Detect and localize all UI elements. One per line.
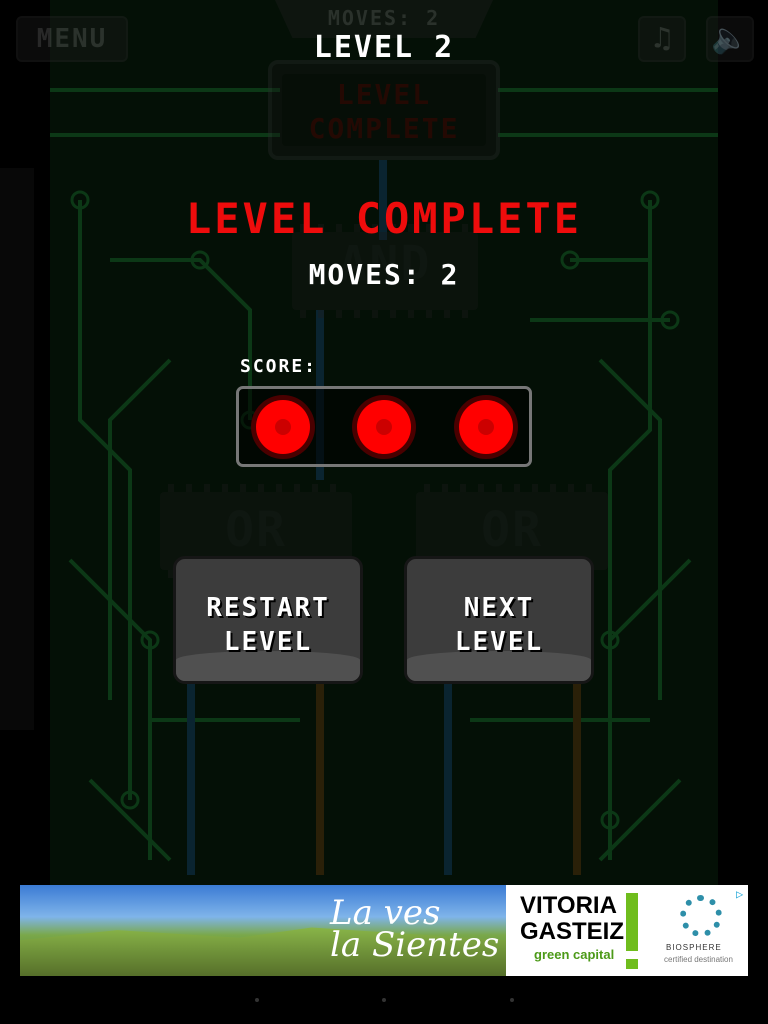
or-gate-label-left: OR: [225, 502, 287, 558]
score-star-3: [459, 400, 513, 454]
score-label: SCORE:: [240, 356, 318, 377]
restart-level-label: RESTART LEVEL: [206, 593, 330, 657]
level-status-text: LEVEL COMPLETE: [282, 74, 486, 146]
ad-tagline: La ves la Sientes: [330, 893, 500, 965]
restart-level-button[interactable]: RESTART LEVEL: [173, 556, 363, 684]
ad-exclamation-dot-icon: [626, 959, 638, 969]
ad-banner[interactable]: La ves la Sientes VITORIA GASTEIZ green …: [20, 885, 748, 976]
ad-choices-icon[interactable]: ▷: [736, 887, 743, 901]
ad-cert-subtitle: certified destination: [664, 955, 733, 964]
nav-dot-1: [255, 998, 259, 1002]
or-gate-label-right: OR: [481, 502, 543, 558]
level-status-screen: LEVEL COMPLETE: [268, 60, 500, 160]
score-star-2: [357, 400, 411, 454]
next-level-label: NEXT LEVEL: [454, 593, 544, 657]
biosphere-logo-icon: [680, 895, 722, 937]
ad-brand-subtitle: green capital: [534, 947, 615, 962]
nav-dot-3: [510, 998, 514, 1002]
moves-count: MOVES: 2: [308, 258, 460, 291]
side-panel: [0, 168, 34, 730]
score-star-1: [256, 400, 310, 454]
next-level-button[interactable]: NEXT LEVEL: [404, 556, 594, 684]
ad-brand: VITORIA GASTEIZ: [520, 892, 625, 945]
level-complete-title: LEVEL COMPLETE: [185, 194, 582, 243]
score-panel: [236, 386, 532, 467]
level-title: LEVEL 2: [313, 30, 455, 65]
ad-exclamation-icon: [626, 893, 638, 951]
ad-cert-title: BIOSPHERE: [666, 943, 722, 952]
nav-dot-2: [382, 998, 386, 1002]
